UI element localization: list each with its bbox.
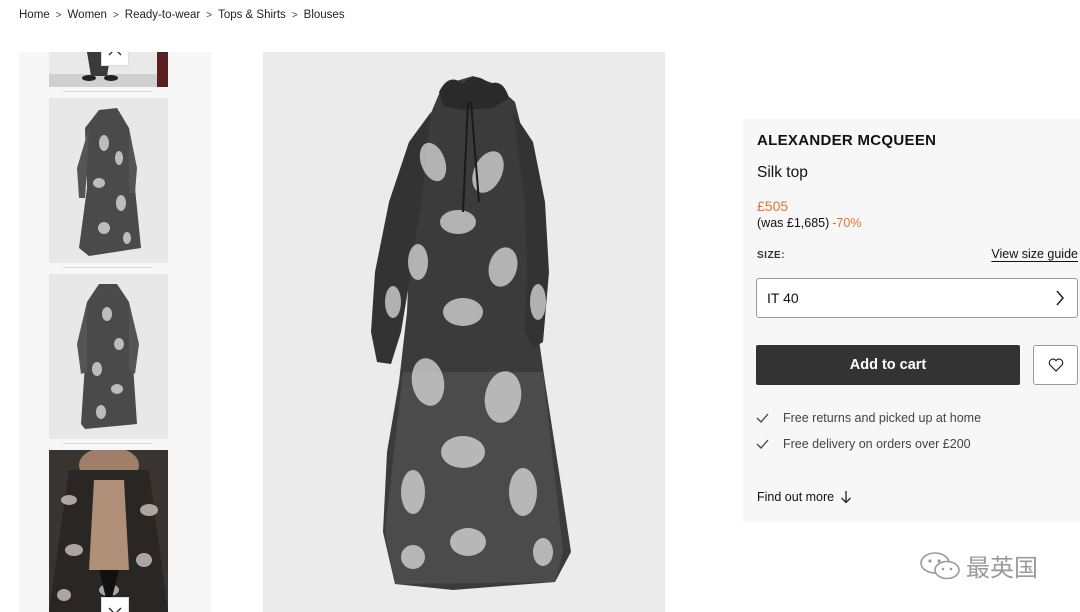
chevron-down-icon	[108, 607, 122, 612]
chevron-up-icon	[108, 52, 122, 56]
breadcrumb-tops-shirts[interactable]: Tops & Shirts	[218, 9, 286, 21]
thumbnail-image-4[interactable]	[49, 450, 168, 612]
benefit-item: Free returns and picked up at home	[756, 411, 981, 425]
wishlist-button[interactable]	[1033, 345, 1078, 385]
was-price-row: (was £1,685) -70%	[757, 216, 861, 230]
watermark: 最英国	[918, 548, 1038, 583]
arrow-down-icon	[841, 491, 852, 504]
heart-icon	[1048, 358, 1063, 372]
benefit-text: Free delivery on orders over £200	[783, 437, 971, 451]
thumbnail-divider	[63, 91, 152, 92]
breadcrumb-home[interactable]: Home	[19, 9, 50, 21]
thumbnail-scroll-down-button[interactable]	[101, 597, 129, 612]
breadcrumb-ready-to-wear[interactable]: Ready-to-wear	[125, 9, 200, 21]
find-out-more-link[interactable]: Find out more	[757, 490, 852, 504]
thumbnail-image-2[interactable]	[49, 98, 168, 263]
find-out-more-label: Find out more	[757, 490, 835, 504]
size-guide-link[interactable]: View size guide	[991, 247, 1078, 261]
breadcrumb-separator-icon: >	[55, 9, 62, 21]
breadcrumb-separator-icon: >	[112, 9, 119, 21]
sale-price: £505	[757, 198, 789, 214]
thumbnail-strip[interactable]	[19, 52, 211, 612]
breadcrumb-blouses[interactable]: Blouses	[304, 9, 345, 21]
product-name: Silk top	[757, 164, 808, 181]
product-info-panel: ALEXANDER MCQUEEN Silk top £505 (was £1,…	[743, 119, 1080, 522]
discount-badge: -70%	[832, 216, 862, 230]
selected-size-value: IT 40	[767, 290, 799, 306]
wechat-icon	[920, 551, 960, 579]
size-selector[interactable]: IT 40	[756, 278, 1078, 318]
brand-name[interactable]: ALEXANDER MCQUEEN	[757, 132, 936, 149]
chevron-right-icon	[1056, 290, 1064, 306]
check-icon	[756, 413, 770, 423]
thumbnail-divider	[63, 443, 152, 444]
thumbnail-scroll-up-button[interactable]	[101, 52, 129, 66]
watermark-text: 最英国	[966, 554, 1038, 582]
breadcrumb-women[interactable]: Women	[68, 9, 107, 21]
breadcrumb-separator-icon: >	[206, 9, 213, 21]
thumbnail-divider	[63, 267, 152, 268]
breadcrumb-separator-icon: >	[291, 9, 298, 21]
main-product-image[interactable]	[263, 52, 665, 612]
original-price: (was £1,685)	[757, 216, 830, 230]
benefit-item: Free delivery on orders over £200	[756, 437, 971, 451]
breadcrumb: Home > Women > Ready-to-wear > Tops & Sh…	[19, 9, 345, 21]
size-label: SIZE:	[757, 250, 786, 261]
check-icon	[756, 439, 770, 449]
add-to-cart-button[interactable]: Add to cart	[756, 345, 1020, 385]
thumbnail-image-3[interactable]	[49, 274, 168, 439]
benefit-text: Free returns and picked up at home	[783, 411, 982, 425]
